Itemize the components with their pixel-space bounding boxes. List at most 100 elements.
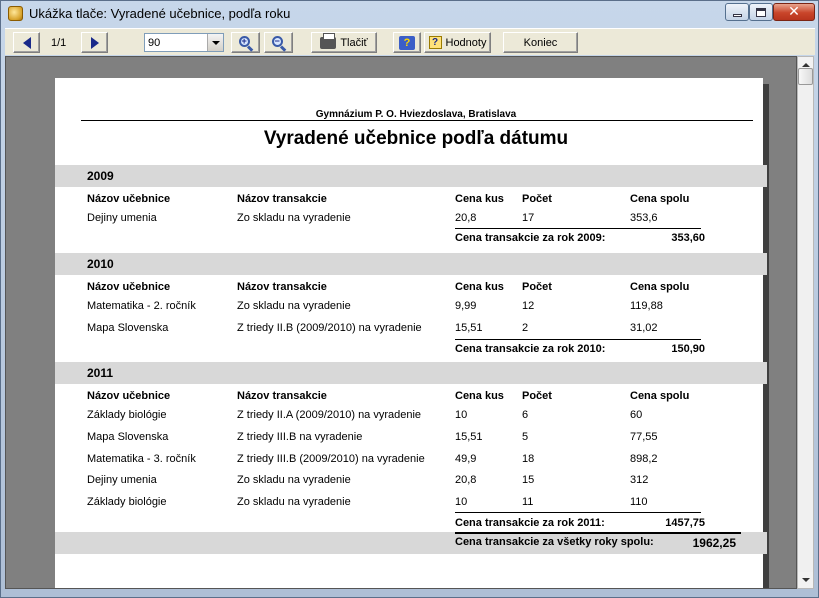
cell-unit-price: 15,51: [455, 322, 483, 334]
cell-count: 5: [522, 431, 529, 443]
window-title: Ukážka tlače: Vyradené učebnice, podľa r…: [29, 6, 291, 21]
group-band-2010: 2010: [55, 253, 767, 275]
close-icon: ✕: [788, 4, 800, 20]
values-button-label: Hodnoty: [445, 36, 487, 49]
zoom-out-icon: −: [271, 35, 286, 52]
print-button[interactable]: Tlačiť: [311, 32, 377, 53]
cell-transaction: Z triedy III.B na vyradenie: [237, 431, 363, 443]
print-preview-window: Ukážka tlače: Vyradené učebnice, podľa r…: [0, 0, 819, 598]
header-total-price: Cena spolu: [630, 193, 690, 205]
header-book: Názov učebnice: [87, 193, 171, 205]
end-button[interactable]: Koniec: [503, 32, 578, 53]
cell-book: Matematika - 2. ročník: [87, 300, 196, 312]
scroll-down-icon: [801, 578, 810, 582]
zoom-combobox[interactable]: 90: [144, 33, 224, 52]
cell-unit-price: 20,8: [455, 474, 477, 486]
cell-unit-price: 9,99: [455, 300, 477, 312]
scroll-down-button[interactable]: [798, 572, 813, 588]
app-icon: [8, 6, 23, 21]
values-button[interactable]: ? Hodnoty: [424, 32, 491, 53]
header-total-price: Cena spolu: [630, 390, 690, 402]
grand-total-label: Cena transakcie za všetky roky spolu:: [455, 536, 654, 548]
cell-count: 18: [522, 453, 535, 465]
header-transaction: Názov transakcie: [237, 281, 327, 293]
group-year: 2009: [87, 169, 114, 183]
minimize-button[interactable]: [725, 3, 749, 21]
subtotal-value: 353,60: [671, 232, 705, 244]
header-divider: [81, 120, 753, 121]
title-bar[interactable]: Ukážka tlače: Vyradené učebnice, podľa r…: [1, 1, 818, 27]
header-unit-price: Cena kus: [455, 281, 504, 293]
grand-total-band: [55, 532, 767, 554]
cell-count: 11: [522, 496, 534, 508]
header-transaction: Názov transakcie: [237, 193, 327, 205]
cell-transaction: Zo skladu na vyradenie: [237, 474, 351, 486]
cell-book: Dejiny umenia: [87, 474, 157, 486]
school-name: Gymnázium P. O. Hviezdoslava, Bratislava: [315, 109, 517, 120]
preview-toolbar: 1/1 90 + − Tlačiť ? ? Hodnoty Koniec: [5, 28, 815, 55]
arrow-left-icon: [22, 36, 31, 49]
cell-unit-price: 20,8: [455, 212, 477, 224]
header-unit-price: Cena kus: [455, 193, 504, 205]
next-page-button[interactable]: [81, 32, 108, 53]
header-transaction: Názov transakcie: [237, 390, 327, 402]
zoom-value[interactable]: 90: [145, 37, 207, 49]
cell-total-price: 110: [630, 496, 648, 508]
cell-book: Mapa Slovenska: [87, 322, 169, 334]
cell-transaction: Zo skladu na vyradenie: [237, 300, 351, 312]
cell-transaction: Z triedy III.B (2009/2010) na vyradenie: [237, 453, 425, 465]
header-count: Počet: [522, 193, 552, 205]
maximize-button[interactable]: [749, 3, 773, 21]
maximize-icon: [756, 7, 766, 17]
cell-total-price: 898,2: [630, 453, 658, 465]
scroll-thumb[interactable]: [798, 68, 813, 85]
cell-transaction: Z triedy II.B (2009/2010) na vyradenie: [237, 322, 422, 334]
scroll-up-icon: [801, 63, 810, 67]
cell-count: 6: [522, 409, 529, 421]
page-indicator: 1/1: [51, 37, 67, 49]
cell-book: Mapa Slovenska: [87, 431, 169, 443]
subtotal-divider: [455, 512, 701, 513]
vertical-scrollbar[interactable]: [797, 56, 814, 589]
cell-total-price: 119,88: [630, 300, 663, 312]
group-year: 2011: [87, 366, 114, 380]
zoom-in-icon: +: [238, 35, 253, 52]
header-unit-price: Cena kus: [455, 390, 504, 402]
header-book: Názov učebnice: [87, 281, 171, 293]
cell-total-price: 77,55: [630, 431, 658, 443]
header-total-price: Cena spolu: [630, 281, 690, 293]
zoom-dropdown-button[interactable]: [207, 34, 223, 51]
cell-unit-price: 10: [455, 409, 468, 421]
preview-canvas[interactable]: Gymnázium P. O. Hviezdoslava, Bratislava…: [5, 56, 797, 589]
chevron-down-icon: [211, 40, 220, 45]
print-button-label: Tlačiť: [340, 36, 368, 49]
report-title: Vyradené učebnice podľa dátumu: [263, 128, 569, 149]
cell-unit-price: 15,51: [455, 431, 483, 443]
help-button[interactable]: ?: [393, 32, 421, 53]
cell-total-price: 31,02: [630, 322, 658, 334]
group-band-2011: 2011: [55, 362, 767, 384]
subtotal-label: Cena transakcie za rok 2011:: [455, 517, 605, 529]
header-count: Počet: [522, 390, 552, 402]
zoom-in-button[interactable]: +: [231, 32, 260, 53]
header-book: Názov učebnice: [87, 390, 171, 402]
header-count: Počet: [522, 281, 552, 293]
end-button-label: Koniec: [523, 36, 558, 49]
question-icon: ?: [428, 36, 442, 49]
subtotal-value: 150,90: [671, 343, 705, 355]
previous-page-button[interactable]: [13, 32, 40, 53]
cell-count: 2: [522, 322, 529, 334]
cell-book: Matematika - 3. ročník: [87, 453, 196, 465]
close-button[interactable]: ✕: [773, 3, 815, 21]
cell-book: Dejiny umenia: [87, 212, 157, 224]
cell-book: Základy biológie: [87, 496, 167, 508]
arrow-right-icon: [90, 36, 99, 49]
cell-transaction: Z triedy II.A (2009/2010) na vyradenie: [237, 409, 422, 421]
cell-book: Základy biológie: [87, 409, 167, 421]
grand-total-divider: [455, 532, 741, 534]
paper-shadow: [763, 84, 769, 588]
subtotal-divider: [455, 228, 701, 229]
help-icon: ?: [399, 35, 415, 50]
cell-count: 17: [522, 212, 535, 224]
zoom-out-button[interactable]: −: [264, 32, 293, 53]
